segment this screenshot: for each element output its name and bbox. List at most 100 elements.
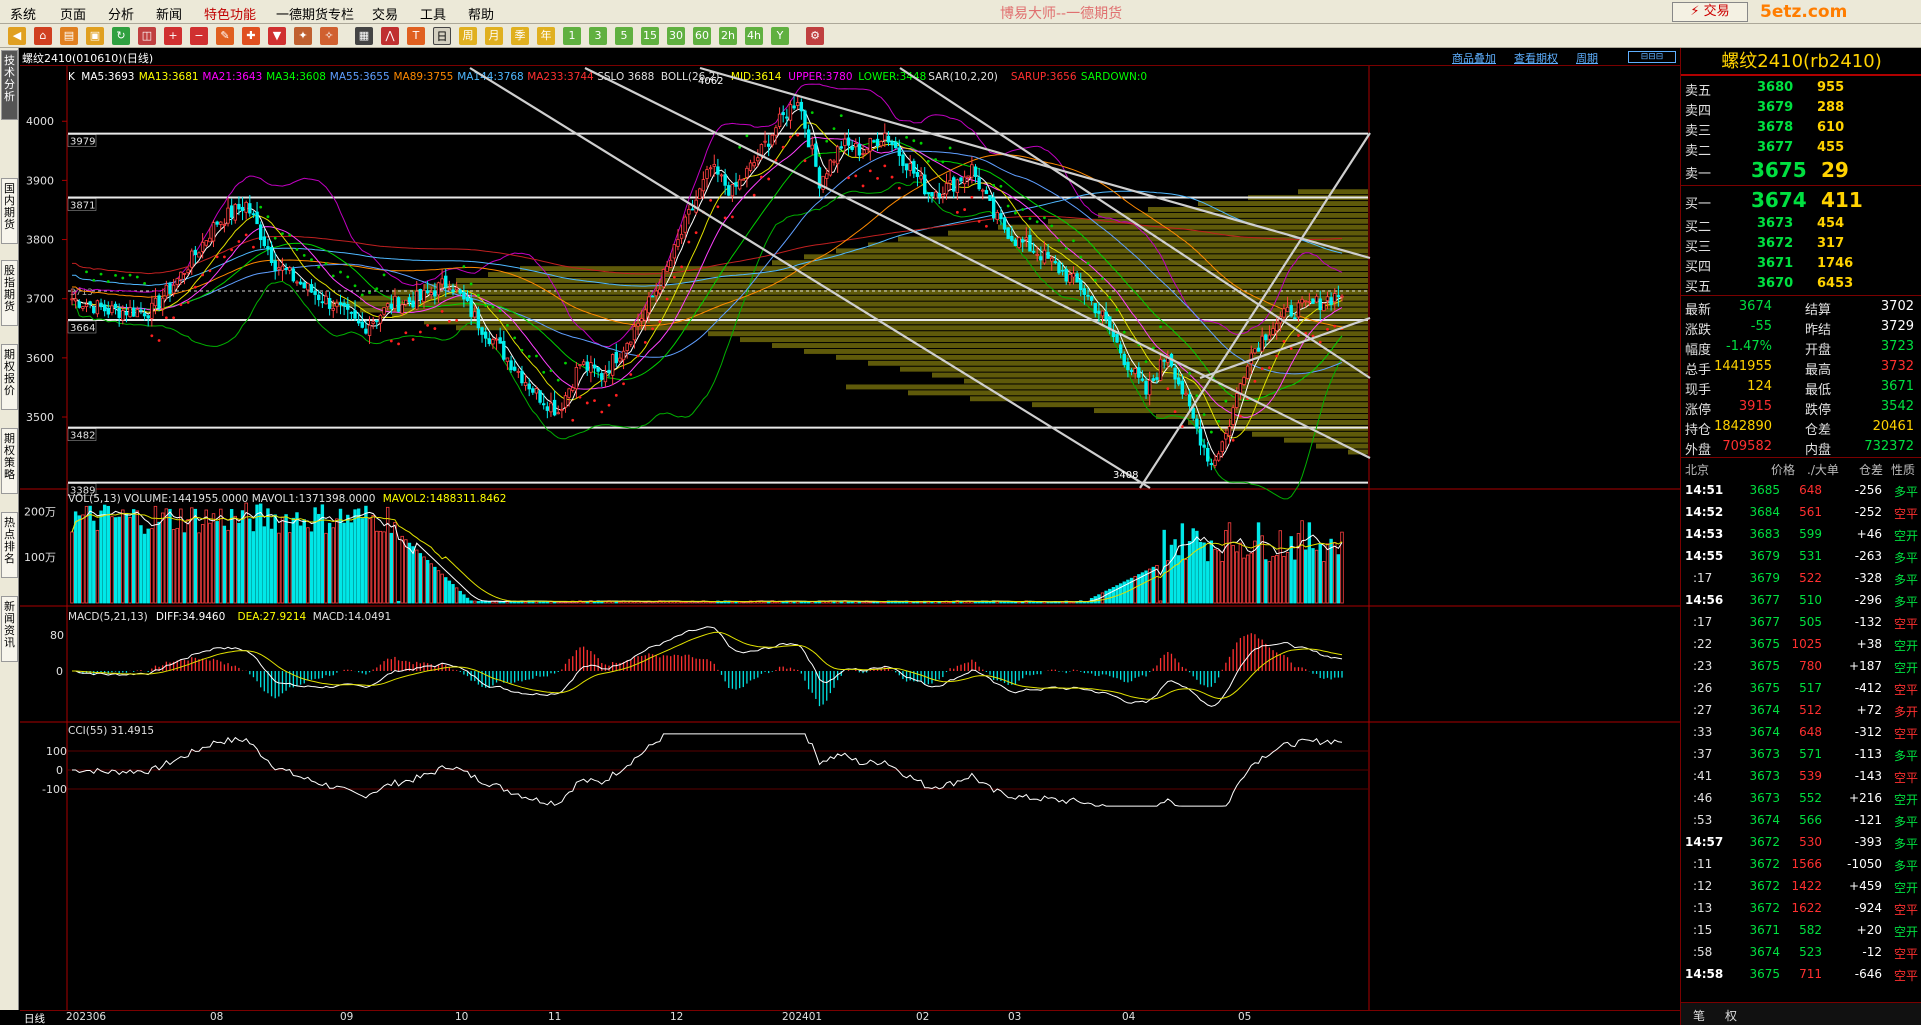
candle-body xyxy=(625,342,629,351)
stat-value: 20461 xyxy=(1872,419,1914,434)
app-window: 系统 页面 分析 新闻 特色功能 一德期货专栏 交易 工具 帮助 博易大师--一… xyxy=(0,0,1921,1025)
trade-button[interactable]: ⚡ 交易 xyxy=(1672,2,1748,22)
candle-body xyxy=(1224,433,1228,440)
chart-area[interactable]: 螺纹2410(010610)(日线) 商品叠加 查看期权 周期 ⊟⊟⊟ K MA5… xyxy=(20,48,1680,1010)
back-icon[interactable]: ◀ xyxy=(8,27,26,45)
bid-row[interactable]: 买三 3672 317 xyxy=(1681,234,1921,255)
min5-period-icon[interactable]: 5 xyxy=(615,27,633,45)
tick-time: :11 xyxy=(1693,857,1713,871)
tab-trades[interactable]: 笔 xyxy=(1693,1007,1705,1024)
volume-bar xyxy=(400,535,404,604)
settings-icon[interactable]: ⚙ xyxy=(806,27,824,45)
sar-dot xyxy=(295,248,299,251)
folder-icon[interactable]: ▣ xyxy=(86,27,104,45)
min3-period-icon[interactable]: 3 xyxy=(589,27,607,45)
menu-tools[interactable]: 工具 xyxy=(420,4,446,23)
sar-dot xyxy=(745,134,749,138)
candle-body xyxy=(360,321,364,328)
quarter-period-icon[interactable]: 季 xyxy=(511,27,529,45)
line-chart-icon[interactable]: ⋀ xyxy=(381,27,399,45)
menu-analysis[interactable]: 分析 xyxy=(108,4,134,23)
tick-header-cell: 性质 xyxy=(1891,463,1916,477)
filter-icon[interactable]: ▼ xyxy=(268,27,286,45)
sar-dot xyxy=(230,248,234,252)
candle-body xyxy=(915,172,920,177)
bid-row[interactable]: 买五 3670 6453 xyxy=(1681,274,1921,295)
ask-row[interactable]: 卖三 3678 610 xyxy=(1681,118,1921,139)
volume-bar xyxy=(1278,530,1283,604)
tool-icon[interactable]: ✧ xyxy=(320,27,338,45)
hour2-period-icon[interactable]: 2h xyxy=(719,27,737,45)
hour4-period-icon[interactable]: 4h xyxy=(745,27,763,45)
zoom-out-icon[interactable]: − xyxy=(190,27,208,45)
ask-row-label: 卖二 xyxy=(1685,144,1712,159)
candle-body xyxy=(349,311,354,314)
vol-title: MAVOL2:1488311.8462 xyxy=(383,493,507,505)
refresh-icon[interactable]: ↻ xyxy=(112,27,130,45)
min60-period-icon[interactable]: 60 xyxy=(693,27,711,45)
ask-row[interactable]: 卖二 3677 455 xyxy=(1681,138,1921,159)
bid-row[interactable]: 买二 3673 454 xyxy=(1681,214,1921,235)
bid-row[interactable]: 买四 3671 1746 xyxy=(1681,254,1921,275)
tick-price: 3672 xyxy=(1749,835,1780,849)
daily-period-icon[interactable]: 日 xyxy=(433,27,451,45)
candle-body xyxy=(288,267,292,271)
table-icon[interactable]: ▦ xyxy=(355,27,373,45)
menu-column[interactable]: 一德期货专栏 xyxy=(276,4,354,23)
candle-body xyxy=(186,269,190,274)
divider xyxy=(1681,457,1921,458)
menu-system[interactable]: 系统 xyxy=(10,4,36,23)
candle-body xyxy=(560,409,564,412)
candle-body xyxy=(1122,353,1126,366)
tick-chart-icon[interactable]: T xyxy=(407,27,425,45)
min1-period-icon[interactable]: 1 xyxy=(563,27,581,45)
weekly-period-icon[interactable]: 周 xyxy=(459,27,477,45)
tab-technical-analysis[interactable]: 技术分析 xyxy=(1,50,18,120)
monthly-period-icon[interactable]: 月 xyxy=(485,27,503,45)
zoom-in-icon[interactable]: + xyxy=(164,27,182,45)
menu-help[interactable]: 帮助 xyxy=(468,4,494,23)
volume-bar xyxy=(219,508,223,604)
peak-label: 4062 xyxy=(698,76,723,87)
tab-domestic-futures[interactable]: 国内期货 xyxy=(1,178,18,244)
tab-news[interactable]: 新闻资讯 xyxy=(1,596,18,662)
alert-icon[interactable]: ✦ xyxy=(294,27,312,45)
year-period-icon[interactable]: 年 xyxy=(537,27,555,45)
menu-page[interactable]: 页面 xyxy=(60,4,86,23)
candle-body xyxy=(984,190,989,195)
sar-dot xyxy=(556,378,560,382)
candle-body xyxy=(756,157,760,162)
tick-oi-change: -143 xyxy=(1854,769,1882,783)
volume-bar xyxy=(92,520,96,604)
price-tick: 3800 xyxy=(26,234,54,247)
tick-volume: 531 xyxy=(1799,549,1822,563)
bid-row[interactable]: 买一 3674 411 xyxy=(1681,188,1921,214)
volume-bar xyxy=(1115,585,1119,604)
min30-period-icon[interactable]: 30 xyxy=(667,27,685,45)
volume-bar xyxy=(288,532,292,604)
candle-body xyxy=(327,297,332,309)
volume-bar xyxy=(179,508,183,604)
volume-bar xyxy=(433,566,437,604)
sar-dot xyxy=(1101,277,1104,280)
menu-features[interactable]: 特色功能 xyxy=(204,4,256,23)
menu-news[interactable]: 新闻 xyxy=(156,4,182,23)
menu-trade[interactable]: 交易 xyxy=(372,4,398,23)
quote-list-icon[interactable]: ▤ xyxy=(60,27,78,45)
tab-index-futures[interactable]: 股指期货 xyxy=(1,260,18,326)
sar-dot xyxy=(818,154,821,157)
ask-row[interactable]: 卖五 3680 955 xyxy=(1681,78,1921,99)
stat-value: 3542 xyxy=(1880,399,1914,414)
home-icon[interactable]: ⌂ xyxy=(34,27,52,45)
ask-row[interactable]: 卖四 3679 288 xyxy=(1681,98,1921,119)
min15-period-icon[interactable]: 15 xyxy=(641,27,659,45)
custom-period-icon[interactable]: Y xyxy=(771,27,789,45)
tab-rights[interactable]: 权 xyxy=(1725,1007,1737,1024)
window-icon[interactable]: ◫ xyxy=(138,27,156,45)
tab-hot-ranking[interactable]: 热点排名 xyxy=(1,512,18,578)
ask-row[interactable]: 卖一 3675 29 xyxy=(1681,158,1921,184)
draw-pen-icon[interactable]: ✎ xyxy=(216,27,234,45)
cross-icon[interactable]: ✚ xyxy=(242,27,260,45)
tab-option-quotes[interactable]: 期权报价 xyxy=(1,344,18,410)
tab-option-strategy[interactable]: 期权策略 xyxy=(1,428,18,494)
